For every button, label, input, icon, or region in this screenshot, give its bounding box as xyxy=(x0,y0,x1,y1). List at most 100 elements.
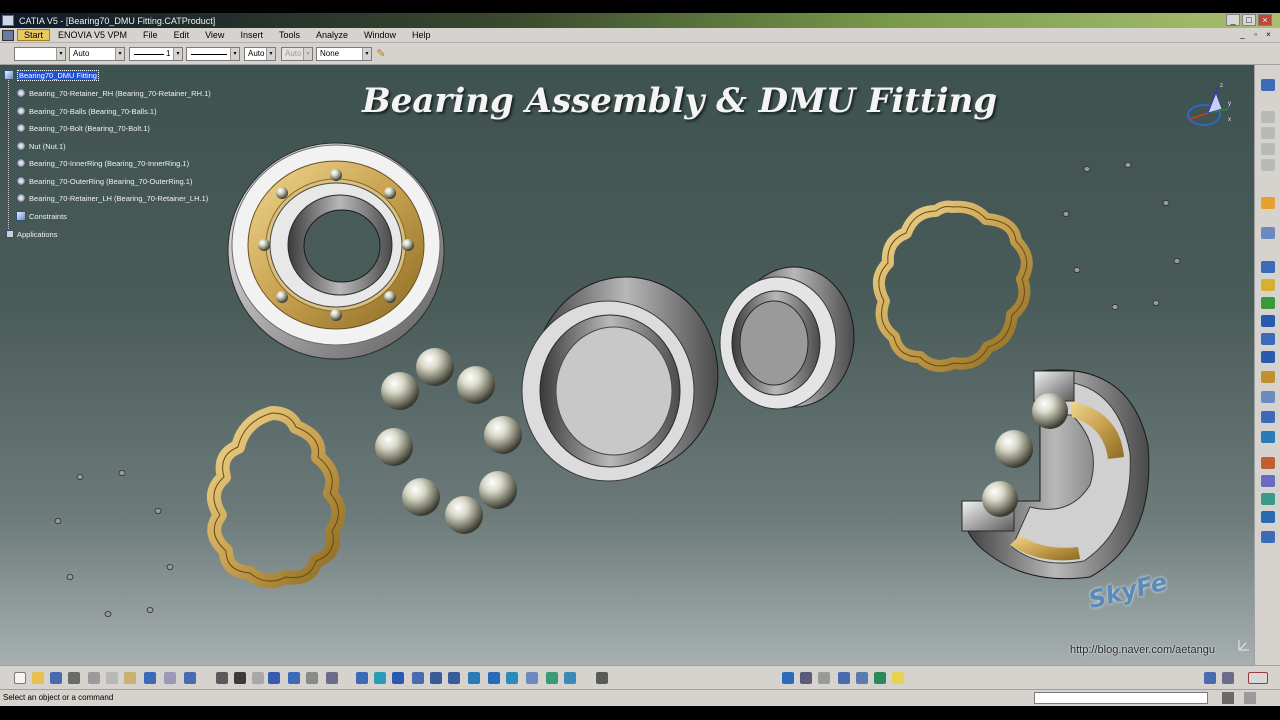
gray-tool-icon[interactable] xyxy=(1261,159,1275,171)
fitting-icon[interactable] xyxy=(1261,351,1275,363)
print-icon[interactable] xyxy=(68,672,80,684)
zoom-out-icon[interactable] xyxy=(412,672,424,684)
menu-view[interactable]: View xyxy=(197,30,232,40)
balls-set[interactable] xyxy=(375,348,522,534)
window-icon[interactable] xyxy=(1222,672,1234,684)
catalog-icon[interactable] xyxy=(268,672,280,684)
product-structure-icon[interactable] xyxy=(288,672,300,684)
workbench-icon[interactable] xyxy=(1261,79,1275,91)
group-icon[interactable] xyxy=(1261,511,1275,523)
line-thickness-combo[interactable]: 1 ▾ xyxy=(129,47,183,61)
doc-close-button[interactable]: × xyxy=(1263,30,1274,40)
stop-icon[interactable] xyxy=(1222,692,1234,704)
menu-tools[interactable]: Tools xyxy=(271,30,308,40)
tree-node[interactable]: Bearing_70-Balls (Bearing_70-Balls.1) xyxy=(16,105,157,117)
close-button[interactable]: × xyxy=(1258,14,1272,26)
document-icon[interactable] xyxy=(2,29,14,41)
painter-icon[interactable]: ✎ xyxy=(374,47,388,61)
zoom-in-icon[interactable] xyxy=(392,672,404,684)
outer-ring[interactable] xyxy=(521,276,719,482)
doc-restore-button[interactable]: ▫ xyxy=(1250,30,1261,40)
compass-tool-icon[interactable] xyxy=(546,672,558,684)
doc-minimize-button[interactable]: _ xyxy=(1237,30,1248,40)
gray-tool-icon[interactable] xyxy=(1261,143,1275,155)
gray-tool-icon[interactable] xyxy=(1261,127,1275,139)
rotate-icon[interactable] xyxy=(374,672,386,684)
menu-analyze[interactable]: Analyze xyxy=(308,30,356,40)
search-icon[interactable] xyxy=(838,672,850,684)
new-icon[interactable] xyxy=(14,672,26,684)
tree-node[interactable]: Constraints xyxy=(16,210,67,222)
assembled-bearing[interactable] xyxy=(227,142,445,360)
transparency-combo[interactable]: Auto ▾ xyxy=(69,47,125,61)
retainer-rh[interactable] xyxy=(872,200,1033,372)
scene-icon[interactable] xyxy=(1261,531,1275,543)
tree-node[interactable]: Bearing_70-Bolt (Bearing_70-Bolt.1) xyxy=(16,122,150,134)
formula-icon[interactable] xyxy=(216,672,228,684)
camera-icon[interactable] xyxy=(526,672,538,684)
menu-enovia[interactable]: ENOVIA V5 VPM xyxy=(50,30,135,40)
layer-combo[interactable]: None ▾ xyxy=(316,47,372,61)
section-bearing[interactable] xyxy=(961,369,1150,580)
video-icon[interactable] xyxy=(596,672,608,684)
mechanism-icon[interactable] xyxy=(1261,431,1275,443)
swept-volume-icon[interactable] xyxy=(1261,475,1275,487)
quick-view-icon[interactable] xyxy=(448,672,460,684)
compare-icon[interactable] xyxy=(1261,493,1275,505)
zoom-area-icon[interactable] xyxy=(800,672,812,684)
section-icon[interactable] xyxy=(874,672,886,684)
inner-ring[interactable] xyxy=(719,266,855,410)
whats-this-icon[interactable] xyxy=(184,672,196,684)
layout-icon[interactable] xyxy=(1204,672,1216,684)
save-icon[interactable] xyxy=(50,672,62,684)
annotations-icon[interactable] xyxy=(892,672,904,684)
tree-node[interactable]: Nut (Nut.1) xyxy=(16,140,66,152)
open-icon[interactable] xyxy=(32,672,44,684)
copy-icon[interactable] xyxy=(106,672,118,684)
menu-start[interactable]: Start xyxy=(17,29,51,41)
tree-node[interactable]: Applications xyxy=(6,228,57,240)
tree-node[interactable]: Bearing_70-OuterRing (Bearing_70-OuterRi… xyxy=(16,175,192,187)
measure-icon[interactable] xyxy=(252,672,264,684)
menu-help[interactable]: Help xyxy=(404,30,439,40)
explode-icon[interactable] xyxy=(1261,279,1275,291)
track-icon[interactable] xyxy=(1261,371,1275,383)
cut-icon[interactable] xyxy=(88,672,100,684)
maximize-button[interactable]: □ xyxy=(1242,14,1256,26)
fly-mode-icon[interactable] xyxy=(306,672,318,684)
tree-node[interactable]: Bearing_70-Retainer_RH (Bearing_70-Retai… xyxy=(16,87,211,99)
paste-icon[interactable] xyxy=(124,672,136,684)
tree-node[interactable]: Bearing_70-InnerRing (Bearing_70-InnerRi… xyxy=(16,157,189,169)
normal-view-icon[interactable] xyxy=(430,672,442,684)
command-input[interactable] xyxy=(1034,692,1208,704)
reset-icon[interactable] xyxy=(564,672,576,684)
clear-icon[interactable] xyxy=(1244,692,1256,704)
color-combo[interactable]: ▾ xyxy=(14,47,66,61)
fit-all-icon[interactable] xyxy=(326,672,338,684)
replay-icon[interactable] xyxy=(1261,457,1275,469)
menu-insert[interactable]: Insert xyxy=(232,30,271,40)
view-mode-icon[interactable] xyxy=(468,672,480,684)
manipulation-icon[interactable] xyxy=(1261,227,1275,239)
menu-window[interactable]: Window xyxy=(356,30,404,40)
menu-edit[interactable]: Edit xyxy=(166,30,198,40)
gray-tool-icon[interactable] xyxy=(1261,111,1275,123)
band-analysis-icon[interactable] xyxy=(1261,333,1275,345)
select-icon[interactable] xyxy=(1261,197,1275,209)
edit-simulation-icon[interactable] xyxy=(1261,411,1275,423)
snap-icon[interactable] xyxy=(1261,261,1275,273)
sequence-icon[interactable] xyxy=(1261,391,1275,403)
point-symbol-combo[interactable]: Auto ▾ xyxy=(244,47,276,61)
undo-icon[interactable] xyxy=(144,672,156,684)
pan-icon[interactable] xyxy=(356,672,368,684)
clash-analysis-icon[interactable] xyxy=(1261,297,1275,309)
back-icon[interactable] xyxy=(818,672,830,684)
comment-icon[interactable] xyxy=(234,672,246,684)
minimize-button[interactable]: _ xyxy=(1226,14,1240,26)
tree-root[interactable]: Bearing70_DMU Fitting xyxy=(4,69,99,81)
3d-viewport[interactable]: Bearing70_DMU Fitting Bearing_70-Retaine… xyxy=(0,65,1254,665)
menu-file[interactable]: File xyxy=(135,30,166,40)
linetype-combo[interactable]: ▾ xyxy=(186,47,240,61)
distance-icon[interactable] xyxy=(1261,315,1275,327)
retainer-lh[interactable] xyxy=(207,406,346,589)
